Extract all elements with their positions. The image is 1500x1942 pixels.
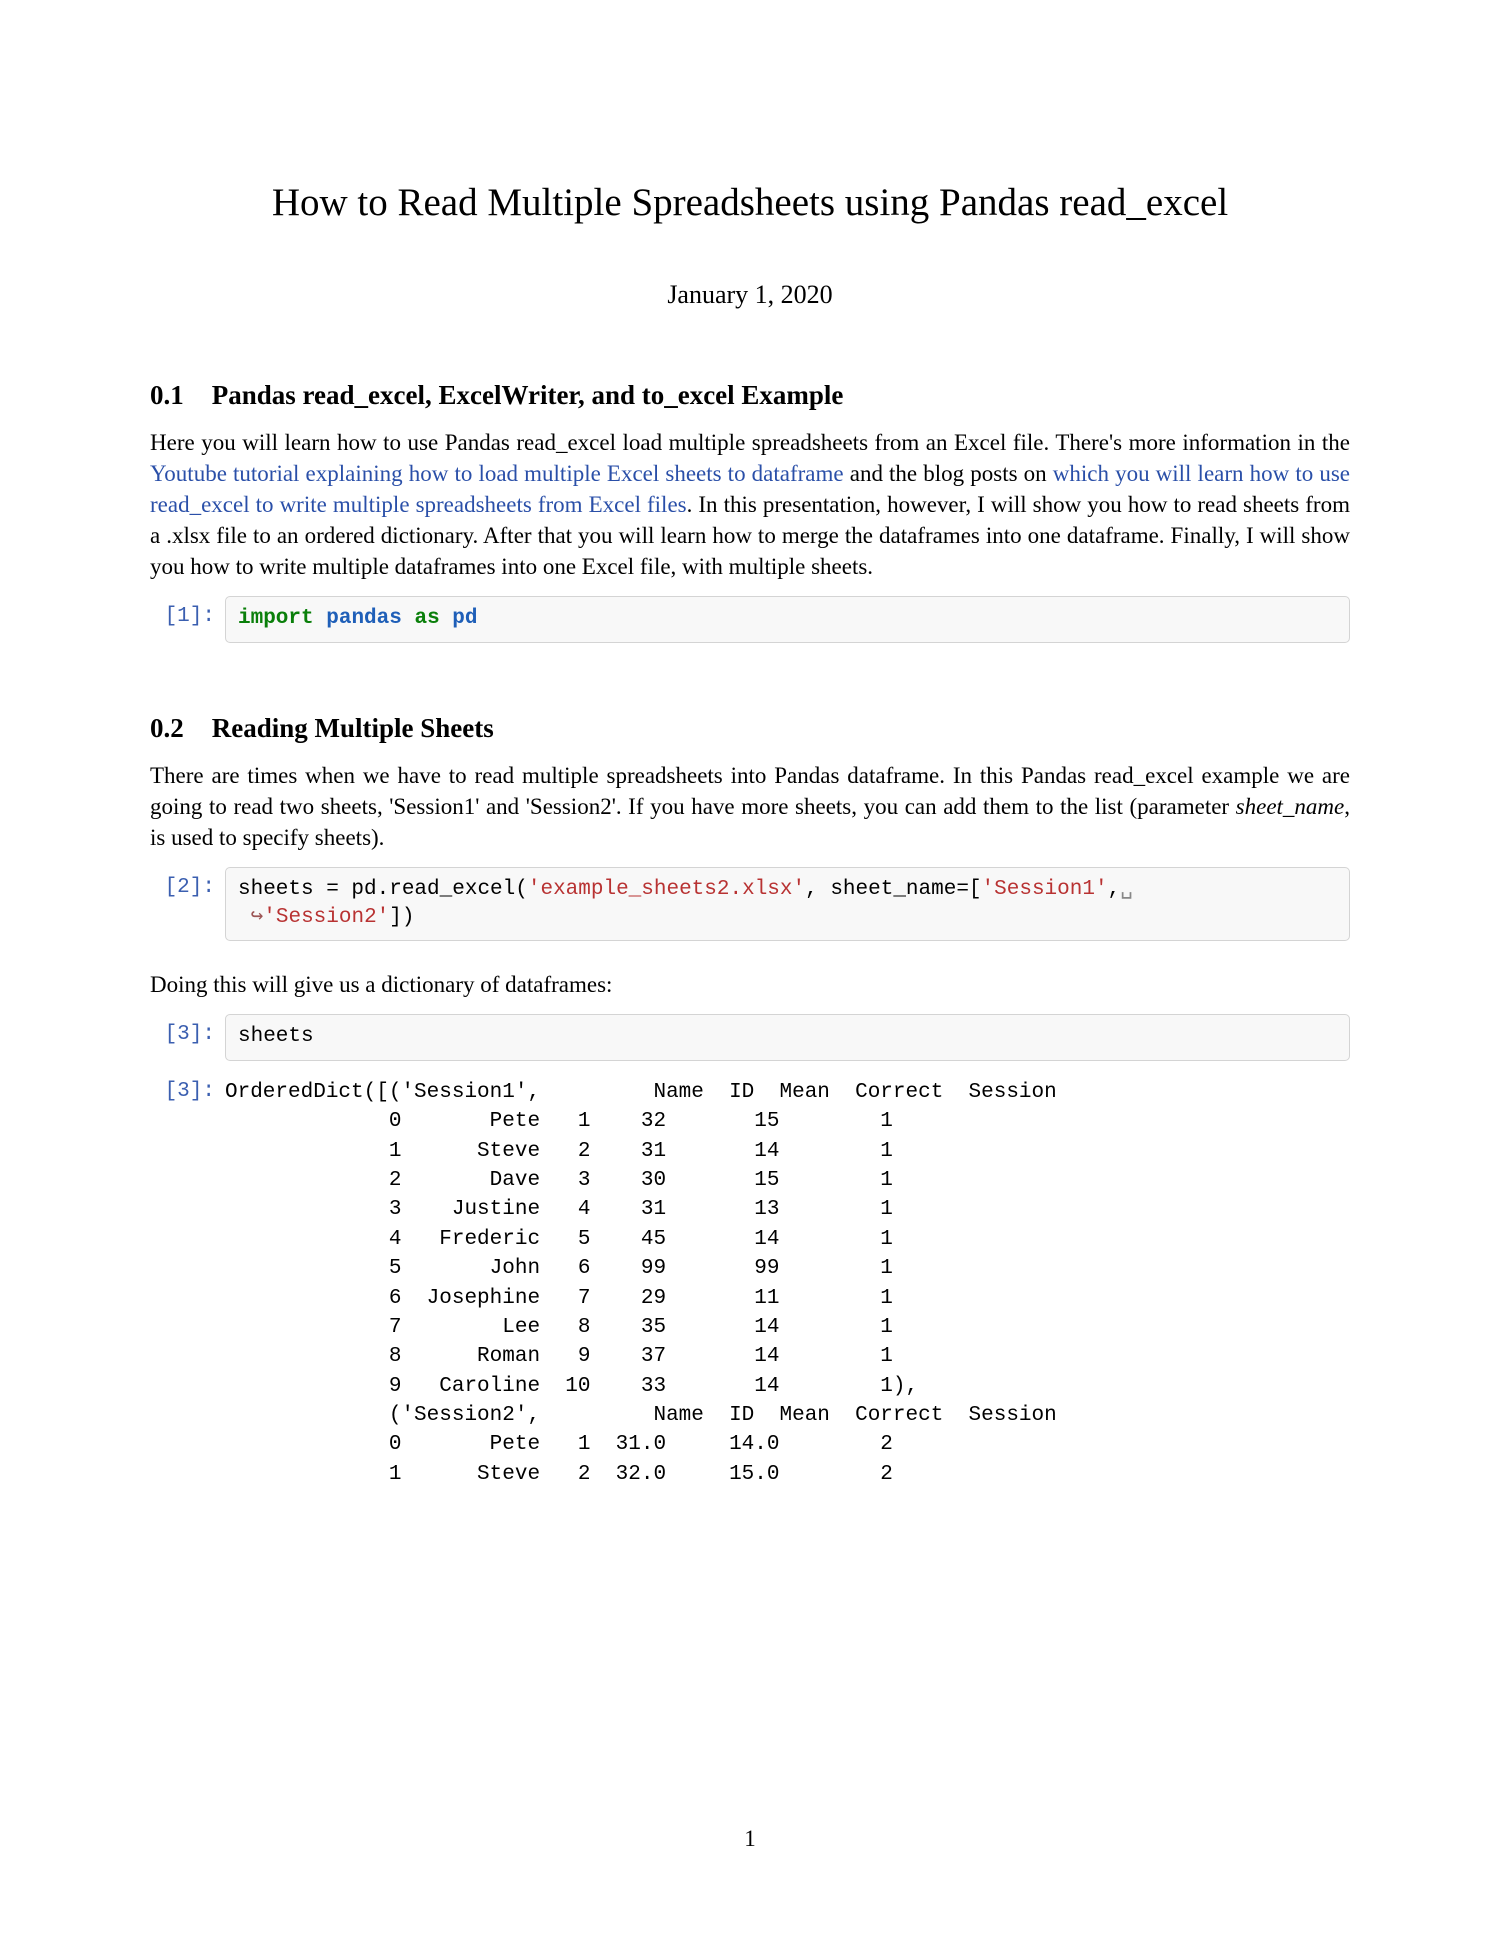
section-2-title: Reading Multiple Sheets [212,713,494,743]
continuation-space-icon: ␣ [1120,878,1133,901]
section-1-text-b: and the blog posts on [844,461,1053,486]
code-cell-1: [1]: import pandas as pd [150,596,1350,642]
section-1-text-a: Here you will learn how to use Pandas re… [150,430,1350,455]
keyword-pandas: pandas [326,607,402,630]
code-2-c: , [1108,878,1121,901]
code-2-str1: 'example_sheets2.xlsx' [528,878,805,901]
document-date: January 1, 2020 [150,280,1350,310]
section-1-title: Pandas read_excel, ExcelWriter, and to_e… [212,380,844,410]
section-2-italic: sheet_name [1236,794,1345,819]
code-cell-3-content: sheets [225,1014,1350,1060]
section-1-number: 0.1 [150,380,184,410]
keyword-as: as [414,607,439,630]
page-number: 1 [0,1826,1500,1852]
prompt-out-3: [3]: [150,1071,225,1103]
section-2-number: 0.2 [150,713,184,743]
code-cell-1-content: import pandas as pd [225,596,1350,642]
link-youtube-tutorial[interactable]: Youtube tutorial explaining how to load … [150,461,844,486]
document-page: How to Read Multiple Spreadsheets using … [0,0,1500,1942]
code-2-str3: 'Session2' [263,906,389,929]
code-cell-2-content: sheets = pd.read_excel('example_sheets2.… [225,867,1350,942]
keyword-import: import [238,607,314,630]
section-2-paragraph: There are times when we have to read mul… [150,760,1350,853]
output-cell-3-content: OrderedDict([('Session1', Name ID Mean C… [225,1071,1350,1489]
section-2-text-a: There are times when we have to read mul… [150,763,1350,819]
prompt-in-3: [3]: [150,1014,225,1046]
output-cell-3: [3]: OrderedDict([('Session1', Name ID M… [150,1071,1350,1489]
code-2-b: , sheet_name=[ [805,878,981,901]
keyword-pd: pd [452,607,477,630]
after-cell-2-text: Doing this will give us a dictionary of … [150,969,1350,1000]
page-title: How to Read Multiple Spreadsheets using … [150,180,1350,225]
section-1-heading: 0.1 Pandas read_excel, ExcelWriter, and t… [150,380,1350,411]
code-cell-3: [3]: sheets [150,1014,1350,1060]
code-2-str2: 'Session1' [982,878,1108,901]
code-2-a: sheets = pd.read_excel( [238,878,528,901]
section-1-paragraph: Here you will learn how to use Pandas re… [150,427,1350,582]
code-cell-2: [2]: sheets = pd.read_excel('example_she… [150,867,1350,942]
code-2-end: ]) [389,906,414,929]
prompt-in-1: [1]: [150,596,225,628]
prompt-in-2: [2]: [150,867,225,899]
continuation-arrow-icon: ↪ [251,906,264,929]
section-2-heading: 0.2 Reading Multiple Sheets [150,713,1350,744]
